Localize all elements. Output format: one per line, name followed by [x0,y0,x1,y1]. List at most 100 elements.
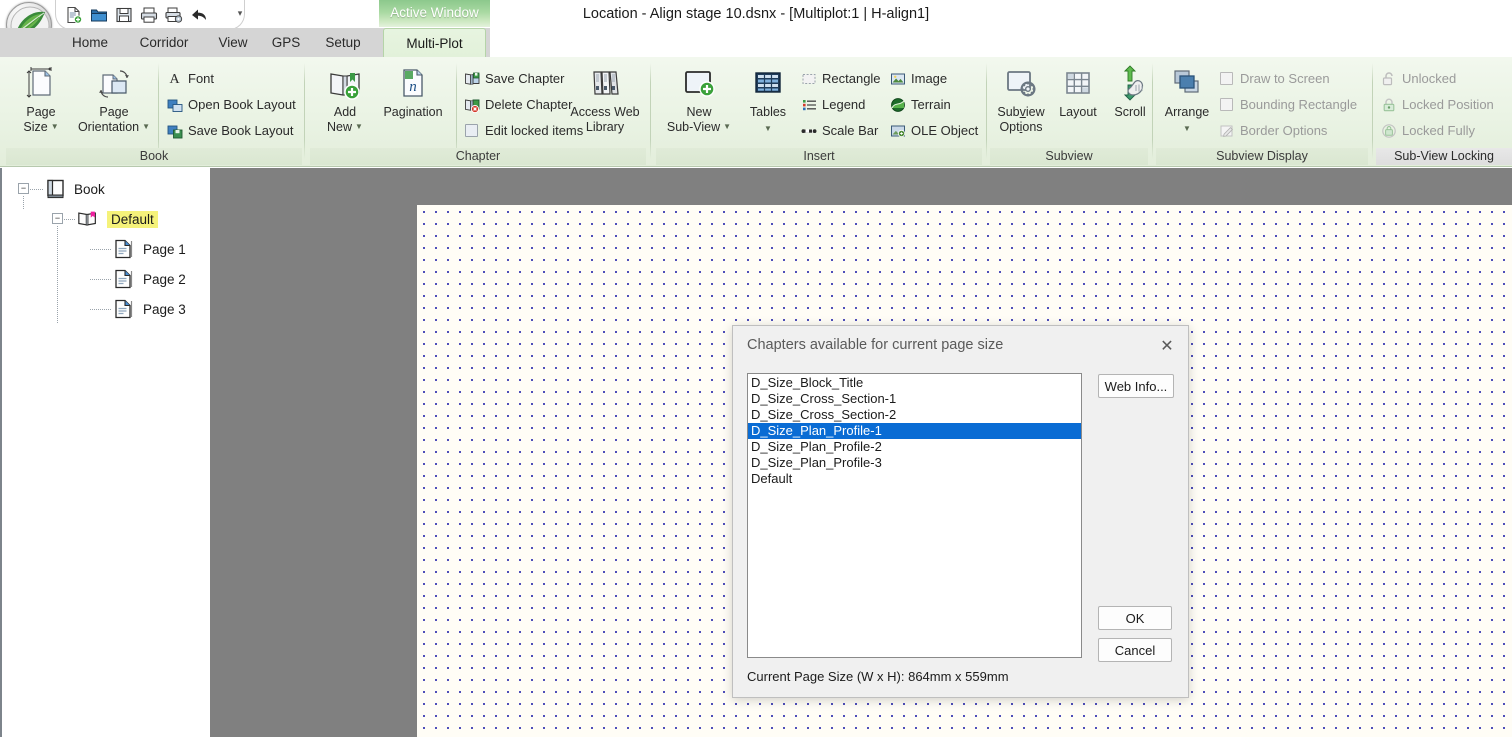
layout-icon [1058,62,1098,104]
chevron-down-icon[interactable]: ▼ [142,123,150,131]
font-icon: A [166,70,183,87]
delete-chapter-menu-item[interactable]: Delete Chapter [463,93,572,116]
locked-position-label: Locked Position [1402,97,1494,112]
locked-position-option[interactable]: Locked Position [1380,93,1494,116]
tree-connector [90,279,112,280]
checkbox-unchecked-icon[interactable] [463,122,480,139]
tree-node-page-1-label: Page 1 [143,241,186,257]
font-menu-item[interactable]: A Font [166,67,214,90]
arrange-button[interactable]: Arrange ▼ [1158,62,1216,146]
chevron-down-icon[interactable]: ▼ [51,123,59,131]
scroll-button[interactable]: Scroll [1105,62,1155,146]
page-size-button[interactable]: Page Size ▼ [10,62,72,146]
tables-button[interactable]: Tables ▼ [740,62,796,146]
web-info-button[interactable]: Web Info... [1098,374,1174,398]
open-book-layout-menu-item[interactable]: Open Book Layout [166,93,296,116]
list-item[interactable]: D_Size_Cross_Section-2 [748,407,1081,423]
multiplot-canvas[interactable]: Chapters available for current page size… [210,168,1512,737]
ole-object-menu-item[interactable]: OLE Object [889,119,978,142]
tree-connector [64,219,76,220]
draw-to-screen-checkbox[interactable]: Draw to Screen [1218,67,1330,90]
new-icon[interactable] [64,5,84,25]
tab-home[interactable]: Home [60,28,120,57]
scroll-icon [1110,62,1150,104]
list-item-selected[interactable]: D_Size_Plan_Profile-1 [748,423,1081,439]
tree-node-page-1[interactable]: Page 1 [2,234,212,264]
chapters-list[interactable]: D_Size_Block_Title D_Size_Cross_Section-… [747,373,1082,658]
expander-collapse-icon[interactable]: − [52,213,63,224]
close-icon[interactable]: ✕ [1152,333,1182,359]
list-item[interactable]: D_Size_Cross_Section-1 [748,391,1081,407]
print-icon[interactable] [139,5,159,25]
pagination-button[interactable]: n Pagination [376,62,450,146]
terrain-icon [889,96,906,113]
scale-bar-menu-item[interactable]: Scale Bar [800,119,878,142]
edit-locked-items-checkbox[interactable]: Edit locked items [463,119,583,142]
print-setup-icon[interactable] [164,5,184,25]
rectangle-label: Rectangle [822,71,881,86]
tab-multi-plot[interactable]: Multi-Plot [383,28,486,57]
group-divider [158,63,159,159]
tree-node-page-3[interactable]: Page 3 [2,294,212,324]
page-orientation-button[interactable]: Page Orientation ▼ [76,62,152,146]
access-web-library-button[interactable]: Access Web Library [568,62,642,146]
border-options-menu-item[interactable]: Border Options [1218,119,1327,142]
add-new-label-2: New [327,120,353,134]
page-size-label-1: Page [26,105,56,119]
rectangle-menu-item[interactable]: Rectangle ▼ [800,67,897,90]
list-item[interactable]: D_Size_Plan_Profile-3 [748,455,1081,471]
bounding-rectangle-checkbox[interactable]: Bounding Rectangle [1218,93,1357,116]
terrain-menu-item[interactable]: Terrain [889,93,951,116]
image-menu-item[interactable]: Image [889,67,947,90]
chevron-down-icon[interactable]: ▼ [764,124,772,133]
legend-label: Legend [822,97,866,112]
ok-button[interactable]: OK [1098,606,1172,630]
chevron-down-icon[interactable]: ▼ [355,123,363,131]
save-chapter-menu-item[interactable]: Save Chapter [463,67,565,90]
chevron-down-icon[interactable]: ▼ [1183,124,1191,133]
save-chapter-label: Save Chapter [485,71,565,86]
layout-label: Layout [1059,105,1097,119]
save-icon[interactable] [114,5,134,25]
delete-chapter-label: Delete Chapter [485,97,573,112]
chapters-dialog: Chapters available for current page size… [732,325,1189,698]
group-divider-after-book [304,63,305,159]
open-book-layout-icon [166,96,183,113]
tab-view[interactable]: View [207,28,259,57]
subview-options-button[interactable]: Subview Options [992,62,1050,146]
locked-fully-icon [1380,122,1397,139]
checkbox-unchecked-icon[interactable] [1218,70,1235,87]
add-new-chapter-button[interactable]: Add New ▼ [314,62,376,146]
scroll-label: Scroll [1114,105,1146,119]
save-book-layout-menu-item[interactable]: Save Book Layout [166,119,294,142]
expander-collapse-icon[interactable]: − [18,183,29,194]
layout-button[interactable]: Layout [1052,62,1104,146]
application-window: Location - Align stage 10.dsnx - [Multip… [0,0,1512,737]
chevron-down-icon[interactable]: ▼ [723,123,731,131]
tab-corridor[interactable]: Corridor [125,28,203,57]
undo-icon[interactable] [189,5,209,25]
list-item[interactable]: D_Size_Block_Title [748,375,1081,391]
contextual-tab-active-window[interactable]: Active Window [379,0,490,27]
customize-quick-access-icon[interactable]: ▾ [232,5,248,21]
list-item[interactable]: Default [748,471,1081,487]
locked-fully-option[interactable]: Locked Fully [1380,119,1475,142]
tab-gps[interactable]: GPS [262,28,310,57]
ribbon-group-insert: New Sub-View ▼ Tables ▼ Rectangle Legend… [656,59,982,165]
cancel-button[interactable]: Cancel [1098,638,1172,662]
legend-menu-item[interactable]: Legend [800,93,865,116]
tree-node-page-2[interactable]: Page 2 [2,264,212,294]
tree-node-book[interactable]: − Book [2,174,212,204]
new-subview-button[interactable]: New Sub-View ▼ [662,62,736,146]
tree-node-default[interactable]: − Default [2,204,212,234]
pagination-label: Pagination [383,105,443,119]
open-folder-icon[interactable] [89,5,109,25]
tab-setup[interactable]: Setup [313,28,373,57]
draw-to-screen-label: Draw to Screen [1240,71,1330,86]
unlocked-option[interactable]: Unlocked [1380,67,1456,90]
list-item[interactable]: D_Size_Plan_Profile-2 [748,439,1081,455]
svg-text:A: A [169,72,180,86]
group-divider-after-subview-display [1372,63,1373,159]
checkbox-unchecked-icon[interactable] [1218,96,1235,113]
ribbon: Page Size ▼ Page Orientation ▼ A Font Op… [0,57,1512,167]
